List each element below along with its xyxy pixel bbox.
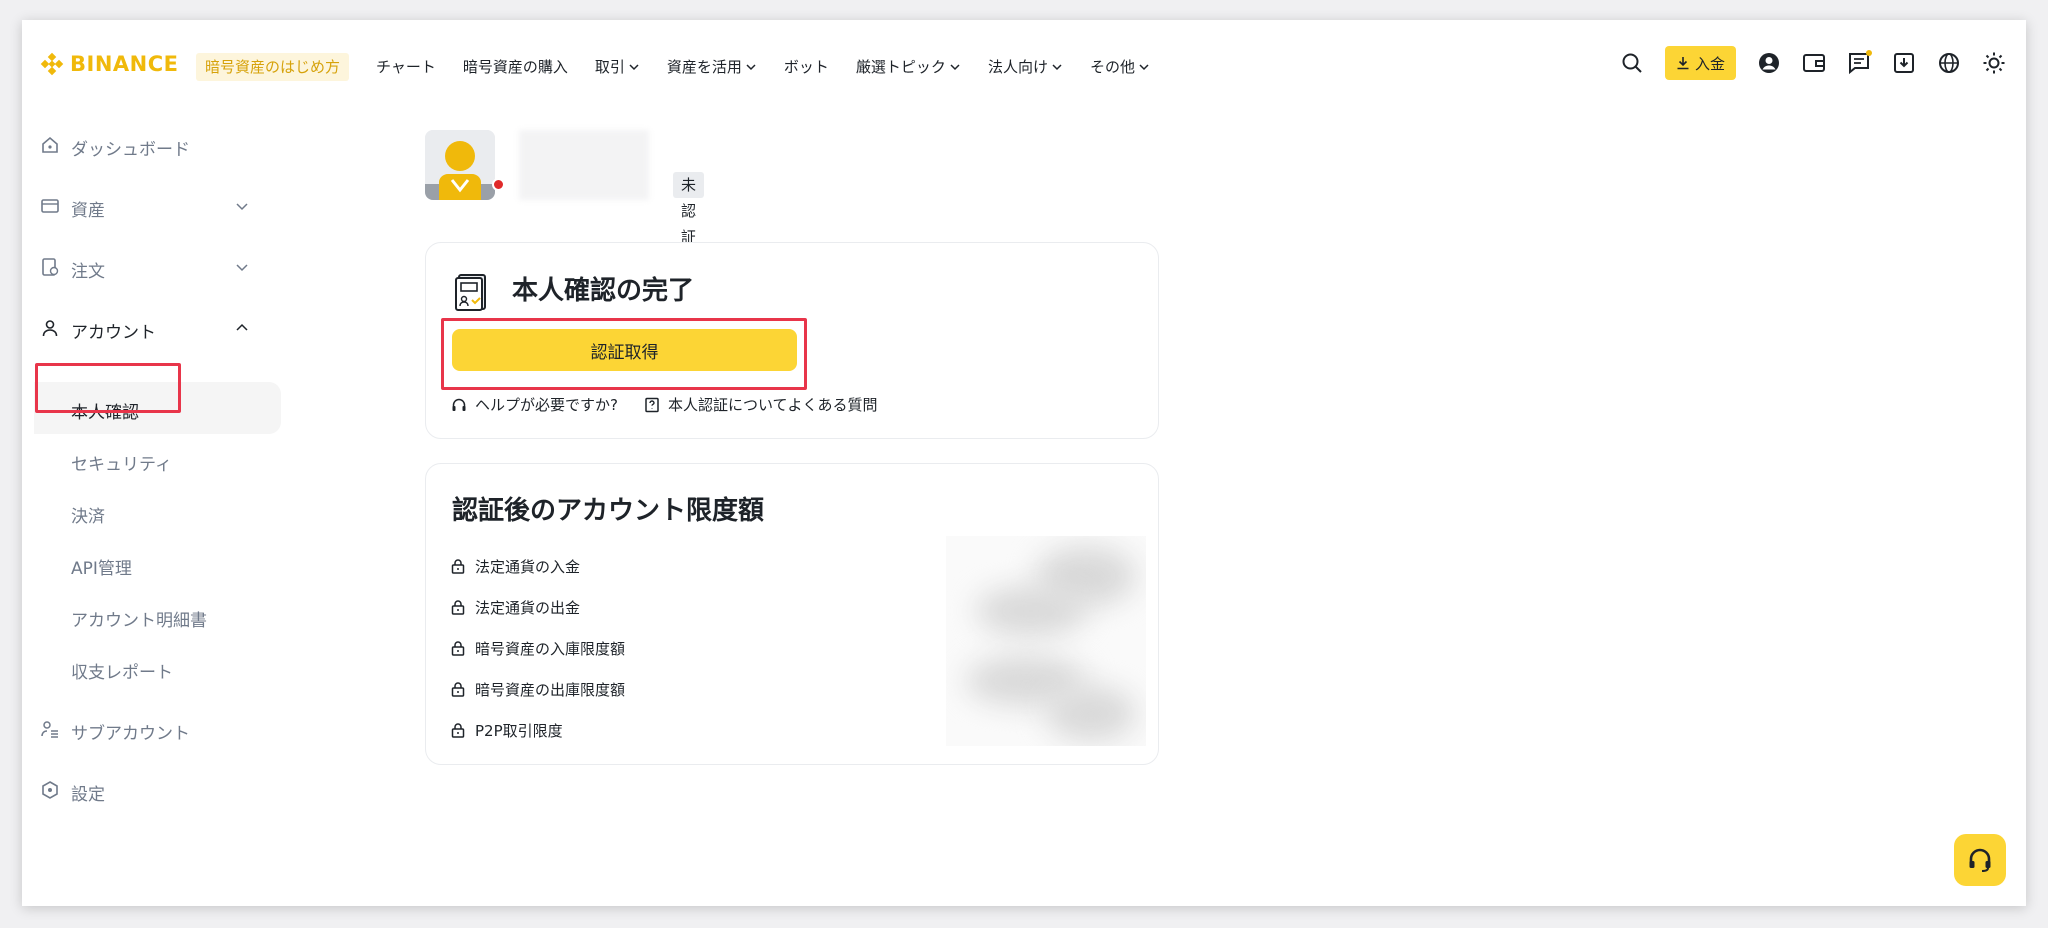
download-icon	[1677, 57, 1689, 70]
help-links: ヘルプが必要ですか? 本人認証についてよくある質問	[451, 394, 878, 415]
orders-icon	[42, 258, 59, 276]
list-item: 暗号資産の入庫限度額	[451, 636, 625, 660]
sidebar-item-account-statement[interactable]: アカウント明細書	[34, 590, 281, 642]
nav-chart[interactable]: チャート	[376, 56, 436, 77]
lock-icon	[451, 559, 465, 574]
verification-status-badge: 未認証	[673, 172, 705, 246]
lock-icon	[451, 723, 465, 738]
browser-page: BINANCE 暗号資産のはじめ方 チャート 暗号資産の購入 取引 資産を活用 …	[22, 20, 2026, 906]
list-item: 暗号資産の出庫限度額	[451, 677, 625, 701]
avatar-illustration-icon	[425, 130, 495, 200]
sidebar-item-orders[interactable]: 注文	[22, 241, 282, 293]
top-header: BINANCE 暗号資産のはじめ方 チャート 暗号資産の購入 取引 資産を活用 …	[22, 20, 2026, 108]
avatar[interactable]	[425, 130, 495, 200]
theme-sun-icon[interactable]	[1982, 51, 2006, 75]
limits-title: 認証後のアカウント限度額	[452, 496, 765, 526]
main-nav: チャート 暗号資産の購入 取引 資産を活用 ボット 厳選トピック 法人向け その…	[376, 56, 1150, 77]
list-item: 法定通貨の入金	[451, 554, 580, 578]
lock-icon	[451, 600, 465, 615]
chevron-down-icon	[236, 264, 248, 272]
chevron-down-icon	[1139, 63, 1149, 70]
sidebar-item-dashboard[interactable]: ダッシュボード	[22, 119, 282, 171]
chevron-down-icon	[1052, 63, 1062, 70]
highlight-box-button	[441, 318, 807, 390]
notification-dot	[1866, 50, 1872, 56]
wallet-icon[interactable]	[1802, 51, 1826, 75]
deposit-label: 入金	[1694, 54, 1725, 73]
lock-icon	[451, 682, 465, 697]
nav-trade[interactable]: 取引	[595, 56, 640, 77]
app-download-icon[interactable]	[1892, 51, 1916, 75]
search-icon[interactable]	[1620, 51, 1644, 75]
wallet-icon	[41, 199, 59, 213]
highlight-box-sidebar	[35, 363, 181, 413]
dashboard-icon	[42, 136, 58, 153]
faq-book-icon	[645, 397, 659, 412]
blurred-illustration	[946, 536, 1146, 746]
nav-business[interactable]: 法人向け	[988, 56, 1063, 77]
sidebar-item-security[interactable]: セキュリティ	[34, 434, 281, 486]
nav-topics[interactable]: 厳選トピック	[856, 56, 961, 77]
headset-icon	[1969, 848, 1991, 872]
sidebar-item-assets[interactable]: 資産	[22, 180, 282, 232]
chevron-down-icon	[236, 203, 248, 211]
user-icon[interactable]	[1757, 51, 1781, 75]
binance-logo[interactable]: BINANCE	[40, 52, 178, 76]
sidebar-item-sub-account[interactable]: サブアカウント	[22, 703, 282, 755]
chevron-up-icon	[236, 323, 248, 331]
sub-account-icon	[41, 721, 58, 738]
nav-buy-crypto[interactable]: 暗号資産の購入	[463, 56, 568, 77]
id-document-icon	[455, 274, 486, 311]
chevron-down-icon	[950, 63, 960, 70]
nav-more[interactable]: その他	[1090, 56, 1150, 77]
faq-link[interactable]: 本人認証についてよくある質問	[644, 394, 878, 415]
nav-bot[interactable]: ボット	[784, 56, 829, 77]
chevron-down-icon	[746, 63, 756, 70]
binance-diamond-icon	[40, 52, 64, 76]
verification-card: 本人確認の完了 認証取得 ヘルプが必要ですか? 本人認証についてよくある質問	[425, 242, 1159, 439]
deposit-button[interactable]: 入金	[1664, 46, 1736, 80]
settings-icon	[42, 781, 58, 799]
status-dot	[492, 178, 505, 191]
account-limits-card: 認証後のアカウント限度額 法定通貨の入金 法定通貨の出金 暗号資産の入庫限度額 …	[425, 463, 1159, 765]
username-blurred	[519, 130, 649, 200]
support-chat-button[interactable]	[1954, 834, 2006, 886]
verification-title: 本人確認の完了	[512, 276, 695, 306]
globe-icon[interactable]	[1937, 51, 1961, 75]
sidebar-item-income-report[interactable]: 収支レポート	[34, 642, 281, 694]
promo-link[interactable]: 暗号資産のはじめ方	[196, 53, 350, 81]
logo-text: BINANCE	[70, 52, 179, 76]
lock-icon	[451, 641, 465, 656]
header-actions: 入金	[1620, 46, 2006, 80]
message-icon[interactable]	[1847, 50, 1872, 75]
sidebar-item-settings[interactable]: 設定	[22, 764, 282, 816]
sidebar-item-account[interactable]: アカウント	[22, 302, 282, 354]
chevron-down-icon	[629, 63, 639, 70]
sidebar-item-api-management[interactable]: API管理	[34, 538, 281, 590]
list-item: P2P取引限度	[451, 718, 563, 742]
sidebar-item-payment[interactable]: 決済	[34, 486, 281, 538]
help-link[interactable]: ヘルプが必要ですか?	[451, 394, 618, 415]
headset-icon	[452, 398, 466, 411]
nav-earn[interactable]: 資産を活用	[667, 56, 757, 77]
list-item: 法定通貨の出金	[451, 595, 580, 619]
account-icon	[42, 320, 58, 337]
